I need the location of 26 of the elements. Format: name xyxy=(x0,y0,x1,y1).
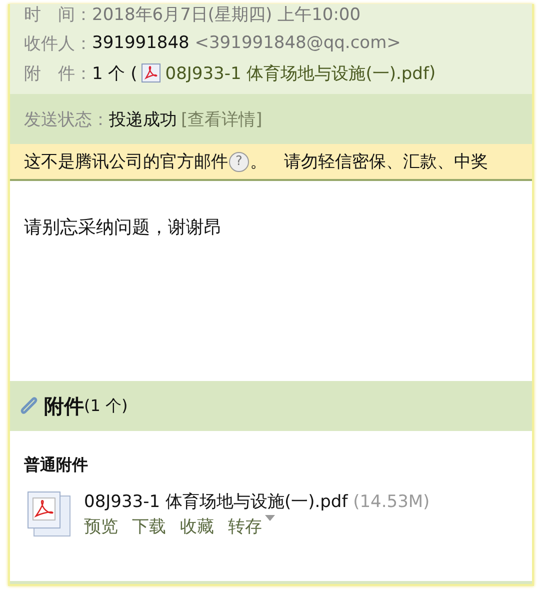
attachment-link[interactable]: 08J933-1 体育场地与设施(一).pdf xyxy=(165,62,429,84)
recipient-name: 391991848 xyxy=(92,33,190,53)
field-label: 时 间： xyxy=(24,4,92,26)
field-label: 收件人： xyxy=(24,32,92,54)
action-link[interactable]: 转存 xyxy=(228,515,262,538)
pdf-icon xyxy=(141,63,162,83)
attachment-count: 1 个 ( xyxy=(92,62,138,84)
paperclip-icon xyxy=(18,396,40,416)
help-icon[interactable]: ? xyxy=(229,152,249,172)
group-title: 普通附件 xyxy=(24,455,89,476)
action-link[interactable]: 收藏 xyxy=(180,515,214,538)
warning-text: 这不是腾讯公司的官方邮件 xyxy=(24,151,228,173)
action-link[interactable]: 下载 xyxy=(132,515,166,538)
field-label: 附 件： xyxy=(24,62,92,84)
message-text: 请别忘采纳问题，谢谢昂 xyxy=(24,216,223,239)
action-link[interactable]: 预览 xyxy=(84,515,118,538)
details-link[interactable]: [查看详情] xyxy=(181,108,262,130)
recipient-email: <391991848@qq.com> xyxy=(194,33,401,53)
sent-time: 2018年6月7日(星期四) 上午10:00 xyxy=(92,4,361,26)
file-name[interactable]: 08J933-1 体育场地与设施(一).pdf (14.53M) xyxy=(84,490,430,513)
attachments-title: 附件 xyxy=(44,392,84,420)
warning-notice: 。 请勿轻信密保、汇款、中奖 xyxy=(250,151,488,173)
attachments-count: (1 个) xyxy=(84,396,128,416)
status-label: 发送状态： xyxy=(24,108,109,130)
status-value: 投递成功 xyxy=(109,108,177,130)
bracket-text: ) xyxy=(428,63,436,83)
